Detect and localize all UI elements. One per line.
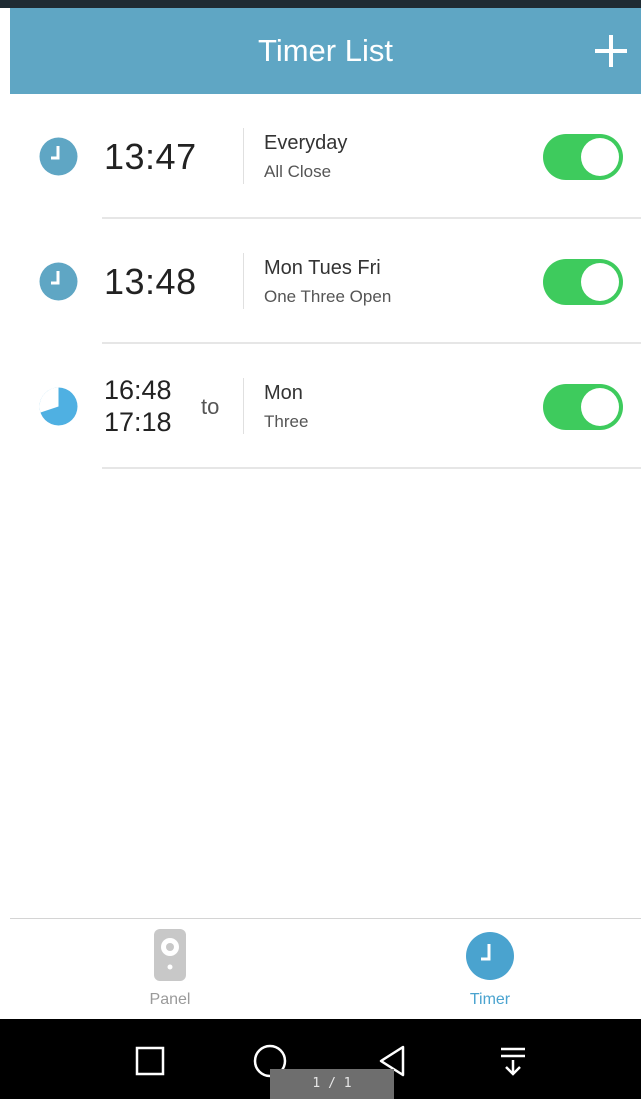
timer-time: 13:47 [104,136,197,177]
timer-end-time: 17:18 [104,407,172,437]
add-timer-button[interactable] [591,31,631,71]
tab-timer[interactable]: Timer [410,919,570,1020]
notification-icon [501,1047,525,1076]
timer-time: 13:48 [104,261,197,302]
page-indicator: 1 / 1 [270,1069,394,1099]
tab-label: Panel [149,991,191,1008]
timer-days: Mon [264,382,303,404]
page-title: Timer List [258,33,393,68]
toggle-knob [581,263,619,301]
clock-icon [39,262,78,301]
row-separator [243,378,244,434]
row-separator [243,128,244,184]
timer-row[interactable]: 13:47 Everyday All Close [10,94,641,219]
notification-button[interactable] [491,1039,535,1083]
timer-toggle[interactable] [543,384,623,430]
recent-apps-icon [135,1046,165,1076]
timer-row[interactable]: 13:48 Mon Tues Fri One Three Open [10,219,641,344]
plus-icon [595,35,627,67]
timer-days: Mon Tues Fri [264,257,381,279]
to-label: to [201,394,220,419]
bottom-tab-bar: Panel Timer [10,918,641,1020]
timer-action: All Close [264,162,332,181]
recent-apps-button[interactable] [128,1039,172,1083]
timer-action: One Three Open [264,287,392,306]
left-margin [0,8,10,1019]
row-divider [102,467,641,469]
clock-range-icon [39,387,78,426]
clock-icon [465,927,515,983]
timer-list: 13:47 Everyday All Close 13:48 Mon Tues … [10,94,641,469]
tab-label: Timer [469,991,511,1008]
header-bar: Timer List [10,8,641,94]
timer-row[interactable]: 16:48 17:18 to Mon Three [10,344,641,469]
timer-days: Everyday [264,132,348,154]
timer-start-time: 16:48 [104,375,172,405]
timer-action: Three [264,412,309,431]
tab-panel[interactable]: Panel [90,919,250,1020]
toggle-knob [581,138,619,176]
toggle-knob [581,388,619,426]
row-separator [243,253,244,309]
remote-panel-icon [145,927,195,983]
timer-toggle[interactable] [543,259,623,305]
timer-toggle[interactable] [543,134,623,180]
top-edge [0,0,641,8]
clock-icon [39,137,78,176]
